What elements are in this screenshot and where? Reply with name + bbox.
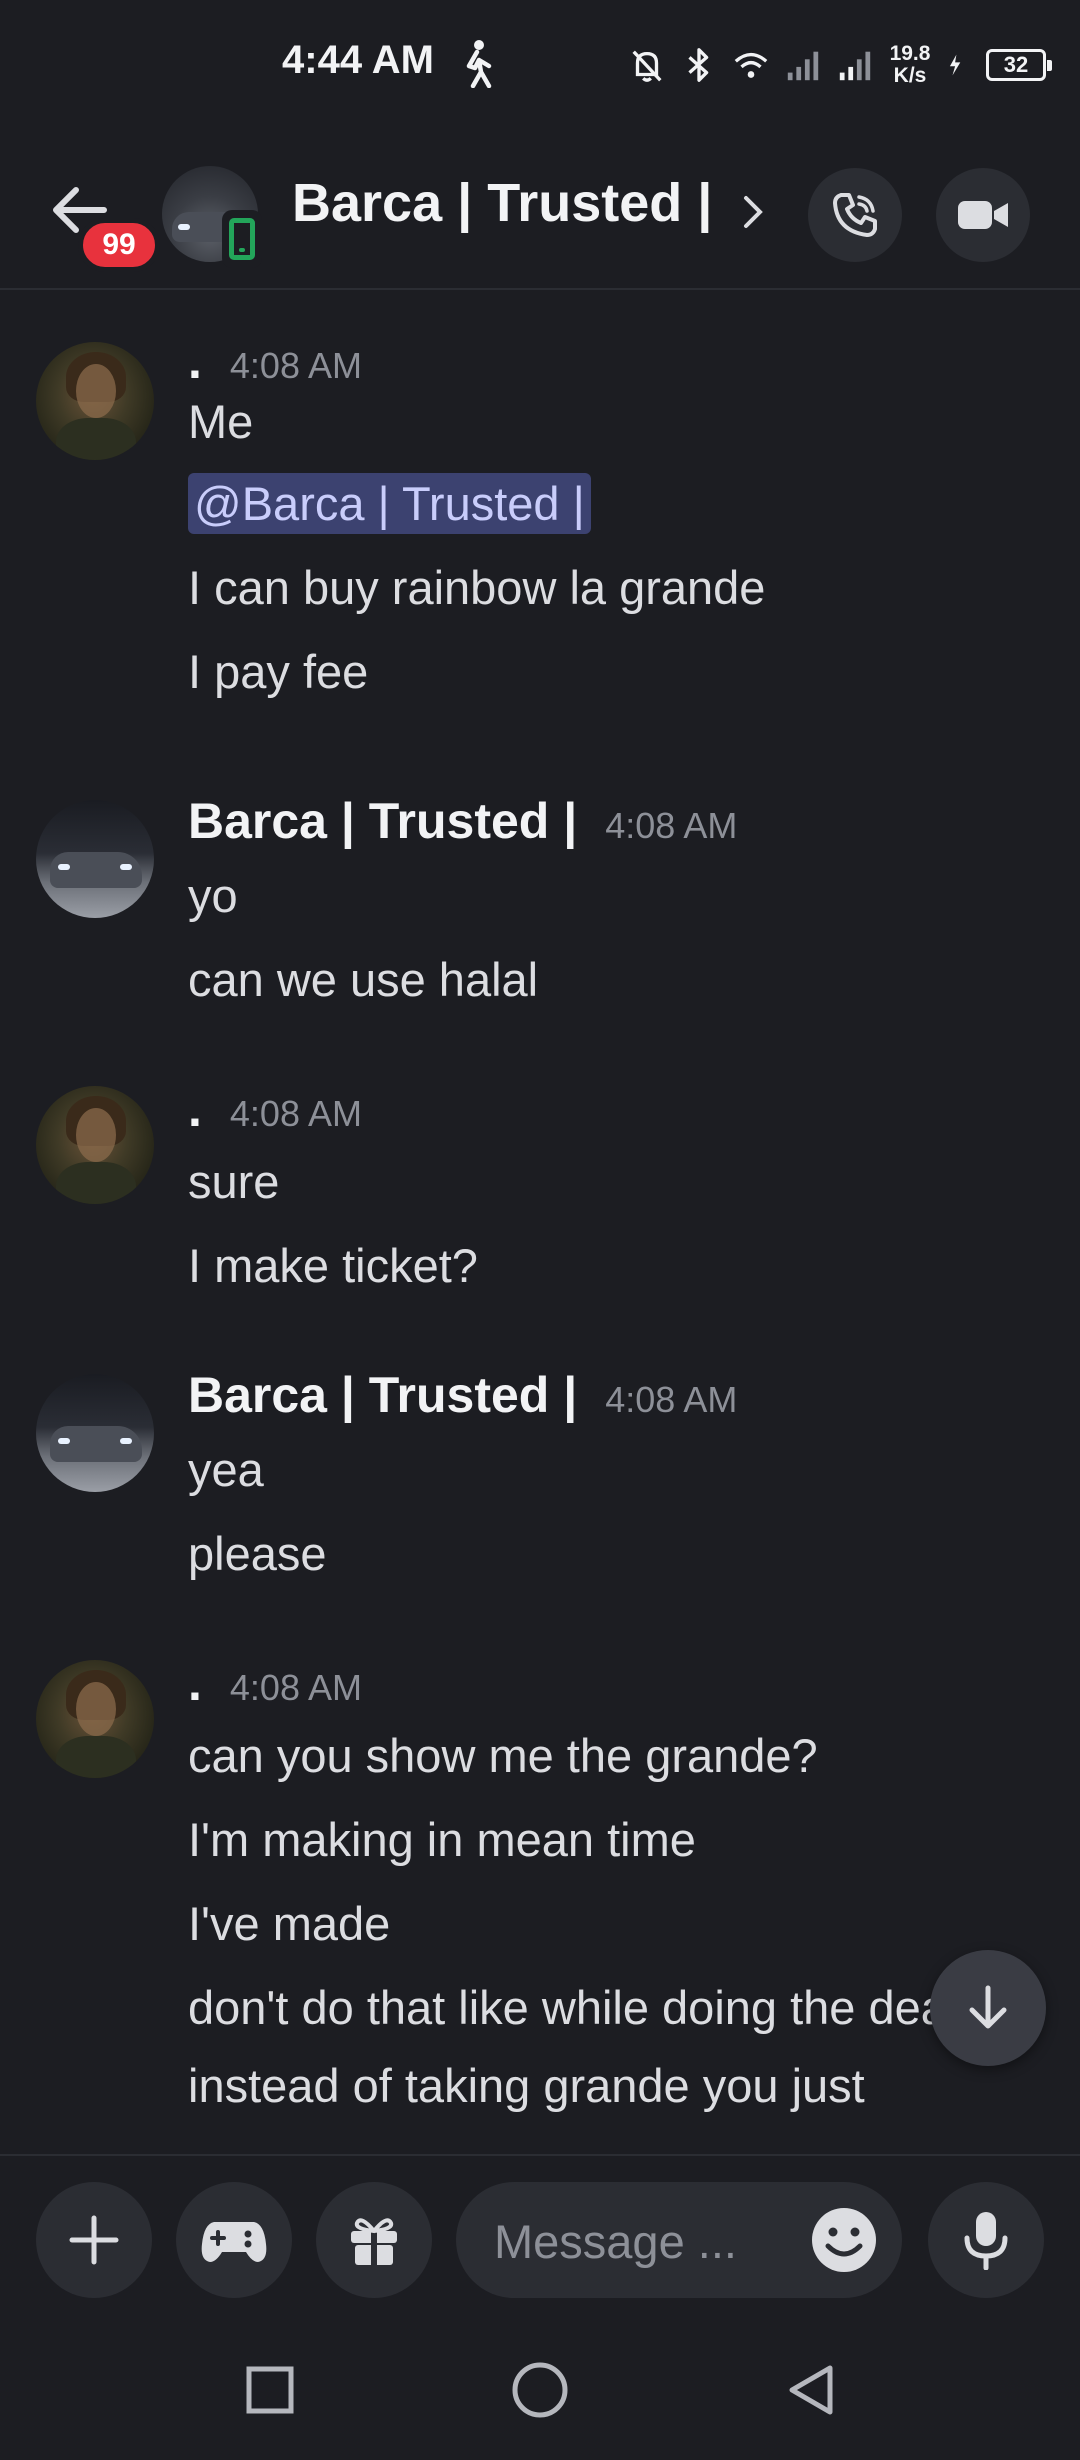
charging-icon	[949, 54, 961, 76]
jump-to-bottom-button[interactable]	[930, 1950, 1046, 2066]
message-line: don't do that like while doing the deal	[188, 1981, 958, 2034]
message-line: I can buy rainbow la grande	[188, 561, 766, 614]
author-name[interactable]: .	[188, 1080, 202, 1138]
bell-muted-icon	[632, 50, 662, 82]
message-line: yea	[188, 1443, 264, 1496]
message-line: yo	[188, 869, 238, 922]
author-name[interactable]: .	[188, 332, 202, 390]
system-nav-bar	[0, 2316, 1080, 2460]
walking-icon	[466, 40, 492, 88]
user-avatar[interactable]	[36, 1660, 154, 1778]
plus-icon	[69, 2215, 119, 2265]
mobile-status-icon	[222, 210, 262, 268]
user-avatar[interactable]	[36, 800, 154, 918]
user-mention[interactable]: @Barca | Trusted |	[188, 473, 591, 534]
status-icons: 19.8 K/s 32	[628, 40, 1052, 90]
network-speed: 19.8 K/s	[888, 43, 932, 87]
gift-icon	[351, 2218, 397, 2265]
add-attachment-button[interactable]	[36, 2182, 152, 2298]
wifi-icon	[734, 52, 768, 78]
author-name[interactable]: .	[188, 1654, 202, 1712]
gamepad-icon	[201, 2222, 267, 2262]
arrow-down-icon	[969, 1985, 1007, 2029]
home-button[interactable]	[508, 2358, 572, 2422]
composer-bar: Message ...	[0, 2154, 1080, 2314]
message-line: can we use halal	[188, 953, 539, 1006]
network-speed-value: 19.8	[889, 42, 931, 65]
message-line: please	[188, 1527, 327, 1580]
recents-button[interactable]	[238, 2358, 302, 2422]
message-line: I make ticket?	[188, 1239, 478, 1292]
message-line: Me	[188, 395, 254, 448]
author-name[interactable]: Barca | Trusted |	[188, 1366, 577, 1424]
voice-message-button[interactable]	[928, 2182, 1044, 2298]
message-line: instead of taking grande you just	[188, 2059, 865, 2112]
square-icon	[246, 2366, 294, 2414]
user-avatar[interactable]	[36, 342, 154, 460]
channel-header: 99 Barca | Trusted |	[0, 130, 1080, 290]
activities-button[interactable]	[176, 2182, 292, 2298]
triangle-back-icon	[789, 2365, 833, 2415]
message-input[interactable]: Message ...	[456, 2182, 902, 2298]
chevron-right-icon[interactable]	[742, 190, 766, 234]
back-button[interactable]	[778, 2358, 842, 2422]
battery-level: 32	[986, 49, 1052, 81]
emoji-icon[interactable]	[810, 2206, 878, 2274]
message-list[interactable]: . 4:08 AM Me @Barca | Trusted | I can bu…	[0, 292, 1080, 2154]
network-speed-unit: K/s	[893, 64, 927, 87]
video-call-button[interactable]	[936, 168, 1030, 262]
circle-icon	[512, 2362, 568, 2418]
message-line: I pay fee	[188, 645, 369, 698]
status-time: 4:44 AM	[282, 38, 434, 82]
timestamp: 4:08 AM	[229, 1093, 362, 1134]
signal-icon	[787, 51, 819, 81]
message-line: I've made	[188, 1897, 391, 1950]
microphone-icon	[964, 2212, 1008, 2270]
message-line: can you show me the grande?	[188, 1729, 818, 1782]
timestamp: 4:08 AM	[605, 805, 738, 846]
video-camera-icon	[958, 201, 1008, 229]
bluetooth-icon	[688, 48, 709, 82]
unread-badge: 99	[78, 218, 160, 272]
signal-icon	[839, 51, 871, 81]
channel-title[interactable]: Barca | Trusted |	[292, 172, 712, 234]
status-bar: 4:44 AM 19.8 K/s 32	[0, 0, 1080, 130]
gift-button[interactable]	[316, 2182, 432, 2298]
phone-icon	[833, 193, 877, 237]
voice-call-button[interactable]	[808, 168, 902, 262]
author-name[interactable]: Barca | Trusted |	[188, 792, 577, 850]
timestamp: 4:08 AM	[229, 345, 362, 386]
message-line: sure	[188, 1155, 280, 1208]
message-placeholder: Message ...	[494, 2215, 737, 2268]
message-line: I'm making in mean time	[188, 1813, 696, 1866]
user-avatar[interactable]	[36, 1374, 154, 1492]
message-line: @Barca | Trusted |	[188, 473, 591, 534]
timestamp: 4:08 AM	[605, 1379, 738, 1420]
user-avatar[interactable]	[36, 1086, 154, 1204]
timestamp: 4:08 AM	[229, 1667, 362, 1708]
